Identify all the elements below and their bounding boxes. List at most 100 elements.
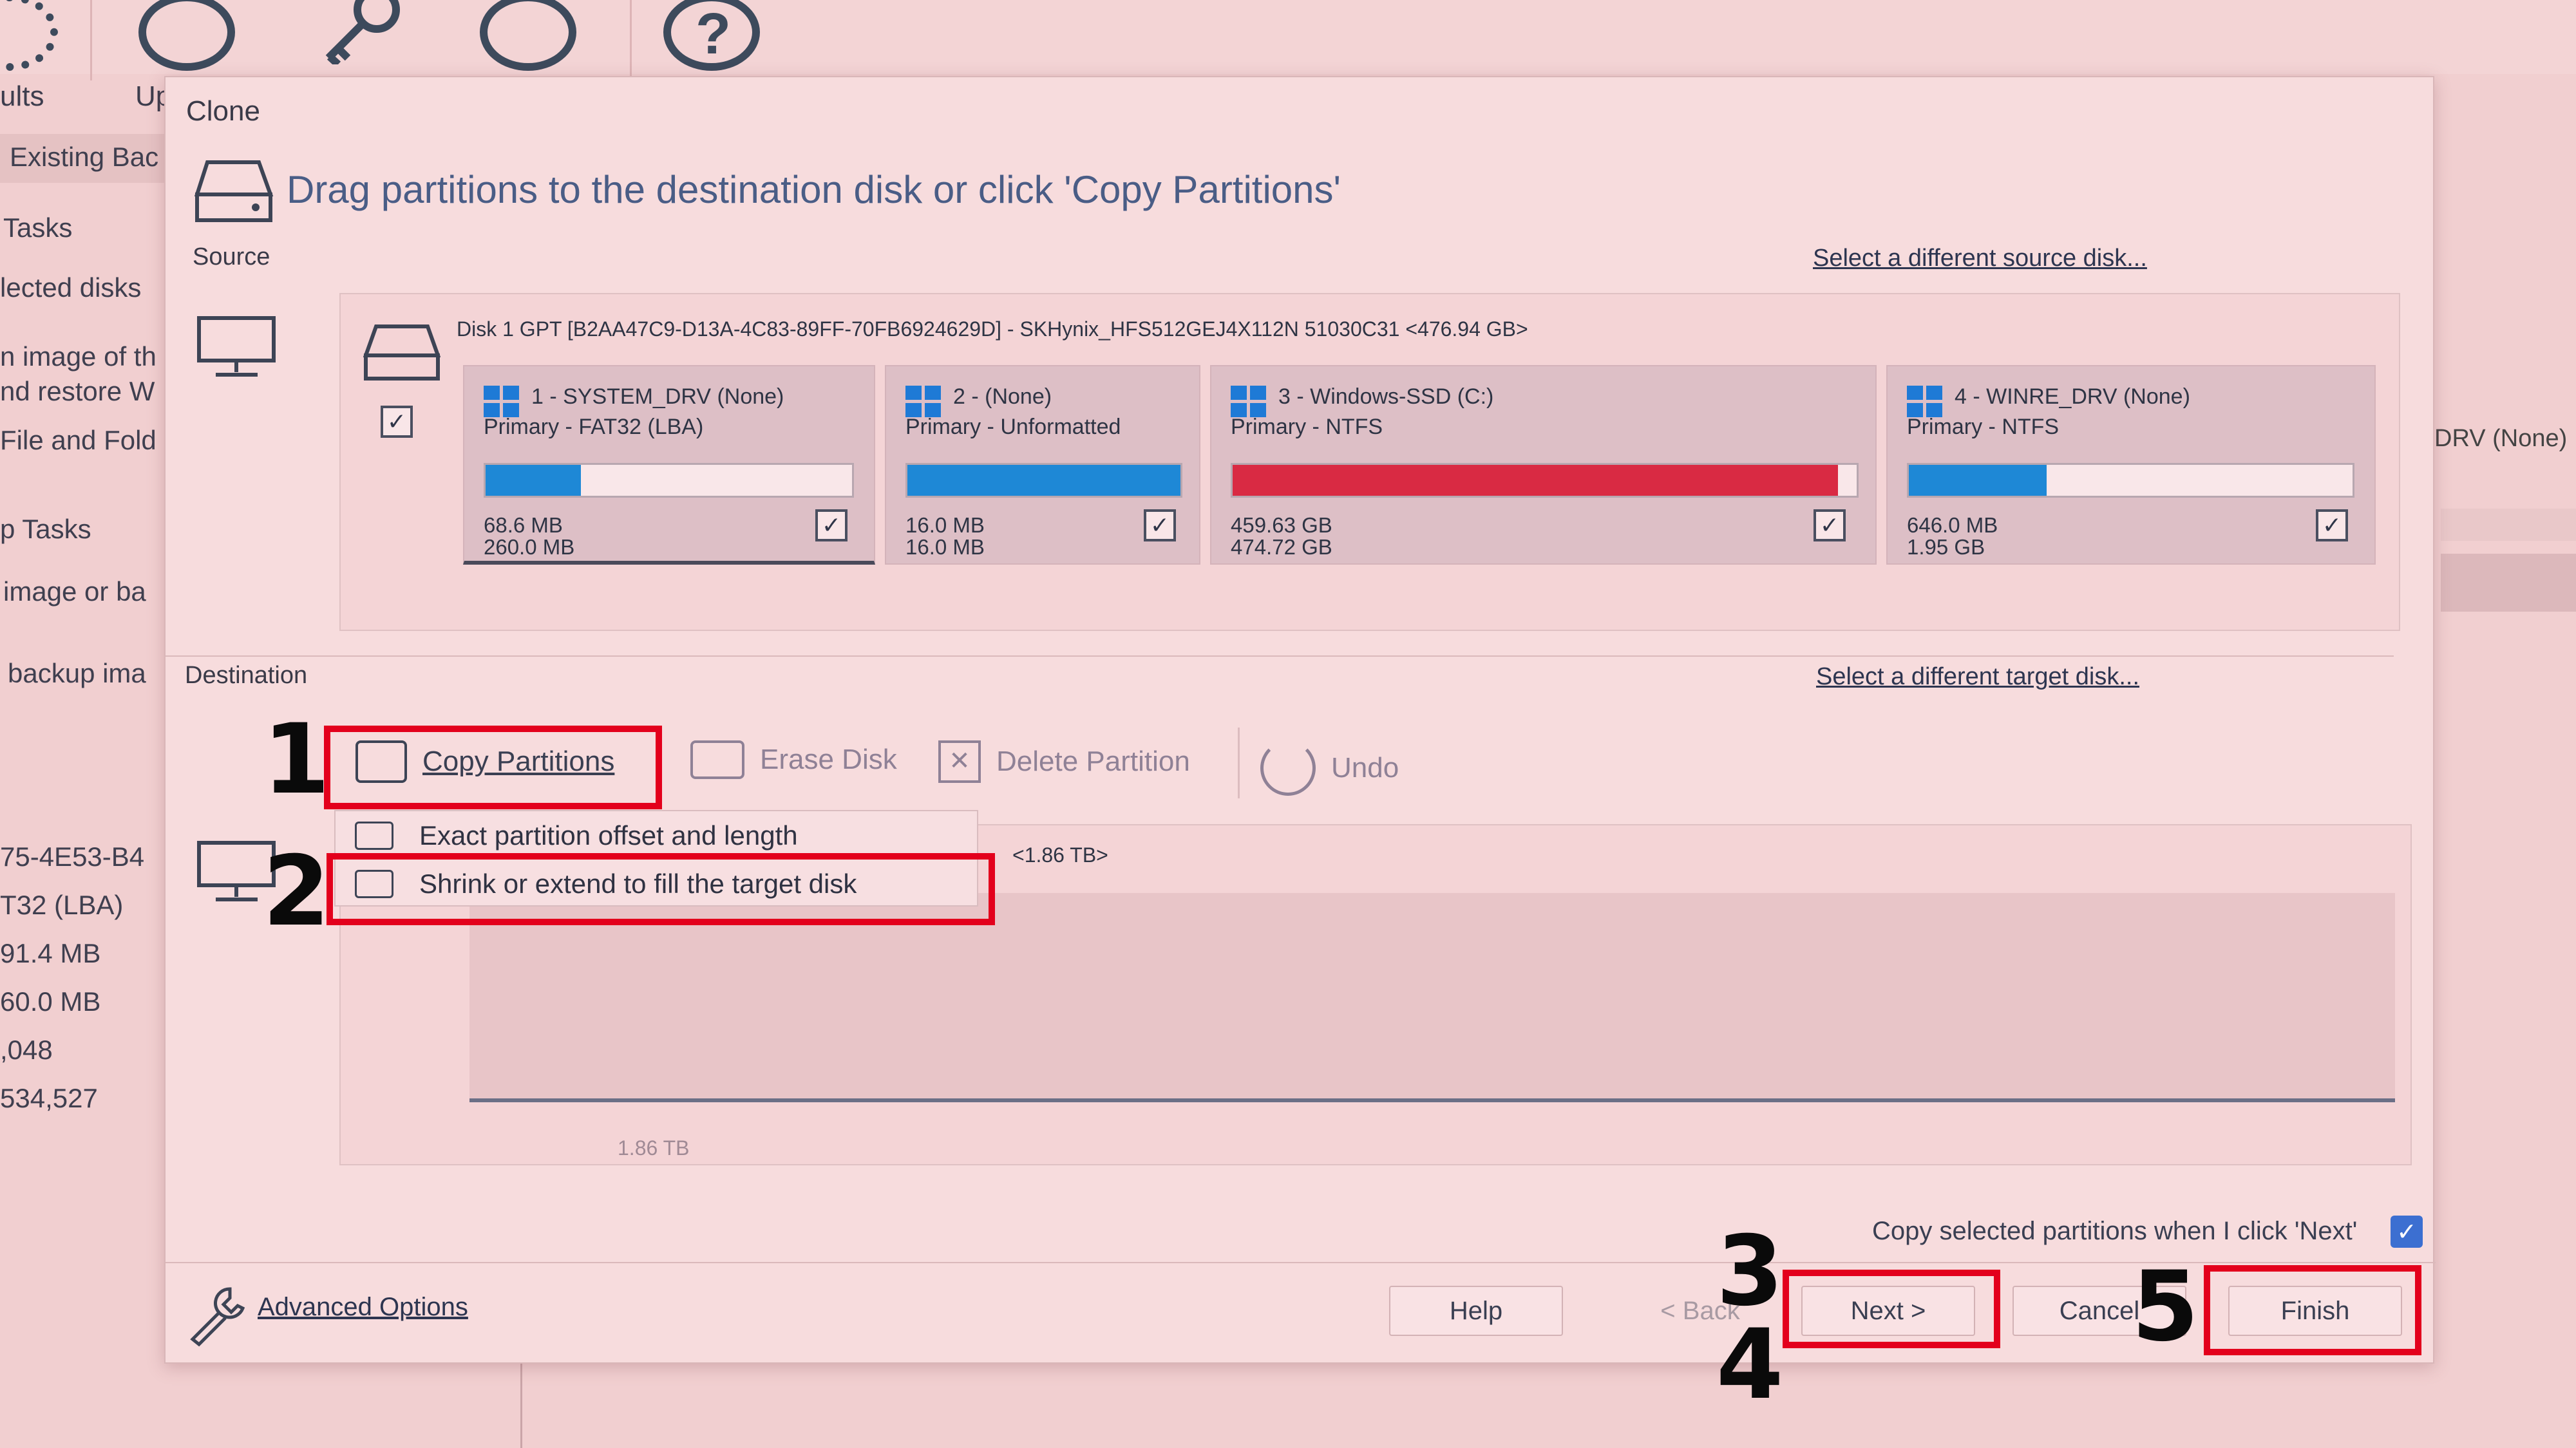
partition-card-4[interactable]: 4 - WINRE_DRV (None) Primary - NTFS 646.… — [1886, 365, 2376, 565]
dialog-title: Clone — [186, 95, 260, 127]
partition-checkbox[interactable]: ✓ — [1144, 509, 1176, 541]
sidebar-item-image-backup[interactable]: image or ba — [3, 576, 146, 607]
select-target-disk-link[interactable]: Select a different target disk... — [1816, 663, 2139, 691]
windows-icon — [484, 386, 520, 418]
menu-item-exact-offset[interactable]: Exact partition offset and length — [336, 811, 977, 860]
source-disk-header: Disk 1 GPT [B2AA47C9-D13A-4C83-89FF-70FB… — [457, 317, 1528, 341]
partition-usage-bar — [905, 463, 1182, 498]
annotation-step-4: 4 — [1716, 1309, 1784, 1421]
copy-partition-icon — [355, 821, 393, 850]
sidebar-heading-tasks: Tasks — [3, 212, 73, 243]
undo-label: Undo — [1331, 752, 1399, 784]
partition-checkbox[interactable]: ✓ — [2316, 509, 2348, 541]
partition-usage-bar — [1907, 463, 2354, 498]
windows-icon — [1907, 386, 1943, 418]
clone-disk-icon — [194, 156, 275, 227]
delete-partition-icon: ✕ — [938, 740, 981, 783]
settings-gear-icon[interactable] — [0, 0, 58, 71]
detail-size-1: 91.4 MB — [0, 938, 101, 968]
partition-checkbox[interactable]: ✓ — [815, 509, 848, 541]
dialog-heading: Drag partitions to the destination disk … — [287, 168, 1341, 211]
toolbar-label-defaults: ults — [0, 80, 44, 112]
source-disk-checkbox[interactable]: ✓ — [381, 406, 413, 438]
bg-row — [2441, 554, 2576, 612]
undo-icon — [1260, 740, 1316, 796]
annotation-box-copy-partitions — [324, 726, 662, 809]
help-button[interactable]: Help — [1389, 1286, 1563, 1336]
menu-item-label: Exact partition offset and length — [419, 820, 798, 851]
partition-subtitle: Primary - FAT32 (LBA) — [484, 415, 704, 439]
sidebar-heading-other-tasks: p Tasks — [0, 514, 91, 544]
windows-icon — [1231, 386, 1267, 418]
cart-icon[interactable] — [480, 0, 576, 71]
section-divider — [166, 655, 2394, 657]
detail-filesystem: T32 (LBA) — [0, 890, 124, 920]
partition-total: 474.72 GB — [1231, 535, 1332, 559]
toolbar-separator — [630, 0, 632, 80]
sidebar-item-image[interactable]: n image of th — [0, 341, 156, 372]
delete-partition-label: Delete Partition — [996, 746, 1190, 777]
partition-usage-bar — [1231, 463, 1859, 498]
partition-card-3[interactable]: 3 - Windows-SSD (C:) Primary - NTFS 459.… — [1210, 365, 1877, 565]
sidebar-item-file-folder[interactable]: File and Fold — [0, 425, 156, 456]
sidebar-tab-existing[interactable]: Existing Bac — [10, 142, 158, 173]
detail-size-2: 60.0 MB — [0, 986, 101, 1017]
destination-disk-header: <1.86 TB> — [1012, 843, 1108, 867]
detail-sector-1: ,048 — [0, 1035, 53, 1065]
help-icon[interactable]: ? — [663, 0, 760, 71]
partition-used: 16.0 MB — [905, 513, 985, 537]
select-source-disk-link[interactable]: Select a different source disk... — [1813, 245, 2147, 272]
annotation-step-3: 3 — [1716, 1216, 1784, 1328]
clone-dialog: Clone Drag partitions to the destination… — [164, 76, 2436, 1364]
bg-partition-label: DRV (None) — [2434, 425, 2568, 452]
sidebar-item-selected-disks[interactable]: lected disks — [0, 272, 141, 303]
delete-partition-button[interactable]: ✕ Delete Partition — [938, 740, 1190, 783]
windows-icon — [905, 386, 942, 418]
bg-row — [2441, 509, 2576, 541]
advanced-options-link[interactable]: Advanced Options — [258, 1293, 468, 1322]
destination-disk-size: 1.86 TB — [618, 1136, 690, 1160]
partition-total: 1.95 GB — [1907, 535, 1985, 559]
annotation-step-5: 5 — [2132, 1251, 2199, 1363]
key-icon[interactable] — [316, 0, 406, 68]
sidebar-item-backup-image[interactable]: backup ima — [8, 658, 146, 689]
partition-used: 459.63 GB — [1231, 513, 1332, 537]
partition-usage-fill — [1909, 465, 2047, 496]
detail-sector-2: 534,527 — [0, 1083, 98, 1113]
partition-usage-fill — [907, 465, 1180, 496]
partition-usage-fill — [1233, 465, 1838, 496]
partition-checkbox[interactable]: ✓ — [1814, 509, 1846, 541]
source-computer-icon — [196, 315, 277, 380]
undo-button[interactable]: Undo — [1260, 740, 1399, 796]
partition-usage-bar — [484, 463, 854, 498]
copy-on-next-label: Copy selected partitions when I click 'N… — [1872, 1217, 2358, 1245]
partition-used: 68.6 MB — [484, 513, 563, 537]
partition-title: 2 - (None) — [953, 384, 1052, 409]
partition-total: 260.0 MB — [484, 535, 575, 559]
partition-card-1[interactable]: 1 - SYSTEM_DRV (None) Primary - FAT32 (L… — [463, 365, 875, 565]
footer-divider — [166, 1262, 2436, 1263]
erase-disk-button[interactable]: Erase Disk — [690, 740, 897, 779]
toolbar-separator — [1238, 728, 1240, 798]
refresh-icon[interactable] — [138, 0, 235, 71]
background-toolbar: ? — [0, 0, 2576, 80]
disk-drive-icon — [363, 323, 441, 384]
eraser-icon — [690, 740, 744, 779]
source-disk-panel: ✓ Disk 1 GPT [B2AA47C9-D13A-4C83-89FF-70… — [339, 293, 2400, 631]
partition-subtitle: Primary - Unformatted — [905, 415, 1121, 439]
detail-guid: 75-4E53-B4 — [0, 842, 145, 872]
wrench-icon[interactable] — [185, 1283, 249, 1347]
copy-on-next-checkbox[interactable]: ✓ — [2391, 1216, 2423, 1248]
annotation-step-2: 2 — [263, 836, 330, 948]
annotation-box-finish — [2204, 1265, 2421, 1355]
partition-used: 646.0 MB — [1907, 513, 1998, 537]
sidebar-item-restore[interactable]: nd restore W — [0, 376, 155, 407]
partition-title: 3 - Windows-SSD (C:) — [1278, 384, 1494, 409]
partition-subtitle: Primary - NTFS — [1231, 415, 1383, 439]
annotation-box-next — [1783, 1270, 2000, 1348]
partition-title: 1 - SYSTEM_DRV (None) — [531, 384, 784, 409]
annotation-box-shrink-extend — [327, 853, 995, 925]
partition-card-2[interactable]: 2 - (None) Primary - Unformatted 16.0 MB… — [885, 365, 1200, 565]
destination-label: Destination — [185, 662, 308, 689]
erase-disk-label: Erase Disk — [760, 744, 897, 775]
